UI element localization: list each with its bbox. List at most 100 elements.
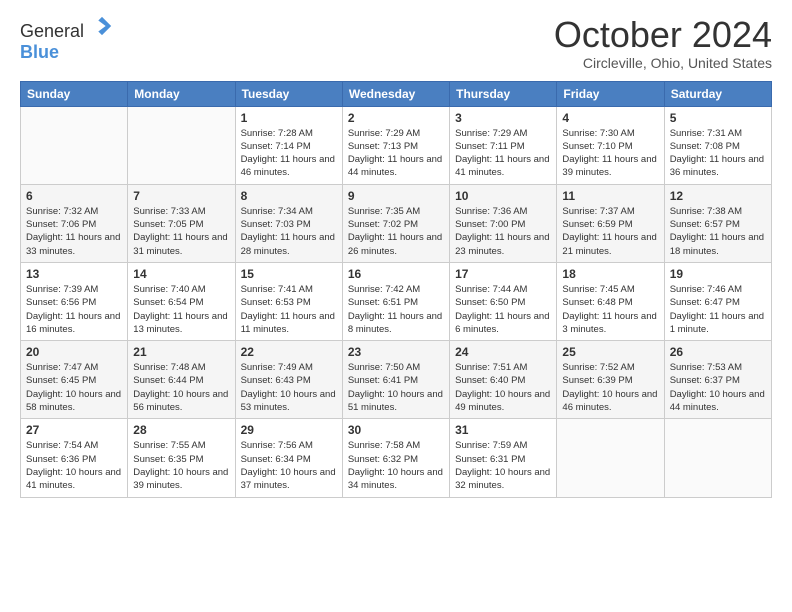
day-number: 19 [670, 267, 766, 281]
day-number: 29 [241, 423, 337, 437]
day-number: 14 [133, 267, 229, 281]
calendar-cell: 12Sunrise: 7:38 AM Sunset: 6:57 PM Dayli… [664, 184, 771, 262]
week-row-1: 1 Sunrise: 7:28 AM Sunset: 7:14 PM Daylig… [21, 106, 772, 184]
day-number: 11 [562, 189, 658, 203]
calendar-cell: 9Sunrise: 7:35 AM Sunset: 7:02 PM Daylig… [342, 184, 449, 262]
day-number: 21 [133, 345, 229, 359]
page: General Blue October 2024 Circleville, O… [0, 0, 792, 508]
calendar-cell: 21 Sunrise: 7:48 AM Sunset: 6:44 PM Dayli… [128, 341, 235, 419]
calendar-cell: 16 Sunrise: 7:42 AM Sunset: 6:51 PM Dayli… [342, 262, 449, 340]
logo-blue: Blue [20, 42, 59, 62]
day-info: Sunrise: 7:59 AM Sunset: 6:31 PM Dayligh… [455, 439, 551, 492]
day-info: Sunrise: 7:48 AM Sunset: 6:44 PM Dayligh… [133, 361, 229, 414]
week-row-4: 20Sunrise: 7:47 AM Sunset: 6:45 PM Dayli… [21, 341, 772, 419]
calendar-cell: 2 Sunrise: 7:29 AM Sunset: 7:13 PM Daylig… [342, 106, 449, 184]
calendar-header: SundayMondayTuesdayWednesdayThursdayFrid… [21, 81, 772, 106]
calendar-cell [557, 419, 664, 497]
day-number: 4 [562, 111, 658, 125]
calendar-cell [128, 106, 235, 184]
day-info: Sunrise: 7:36 AM Sunset: 7:00 PM Dayligh… [455, 205, 551, 258]
day-number: 22 [241, 345, 337, 359]
day-info: Sunrise: 7:44 AM Sunset: 6:50 PM Dayligh… [455, 283, 551, 336]
day-info: Sunrise: 7:29 AM Sunset: 7:11 PM Dayligh… [455, 127, 551, 180]
calendar-cell: 23 Sunrise: 7:50 AM Sunset: 6:41 PM Dayli… [342, 341, 449, 419]
calendar-cell: 13 Sunrise: 7:39 AM Sunset: 6:56 PM Dayli… [21, 262, 128, 340]
calendar-cell: 25 Sunrise: 7:52 AM Sunset: 6:39 PM Dayli… [557, 341, 664, 419]
day-number: 13 [26, 267, 122, 281]
calendar-cell [664, 419, 771, 497]
day-info: Sunrise: 7:50 AM Sunset: 6:41 PM Dayligh… [348, 361, 444, 414]
day-number: 25 [562, 345, 658, 359]
week-row-3: 13 Sunrise: 7:39 AM Sunset: 6:56 PM Dayli… [21, 262, 772, 340]
logo-general: General [20, 21, 84, 41]
day-info: Sunrise: 7:32 AM Sunset: 7:06 PM Dayligh… [26, 205, 122, 258]
day-number: 2 [348, 111, 444, 125]
day-info: Sunrise: 7:29 AM Sunset: 7:13 PM Dayligh… [348, 127, 444, 180]
day-number: 20 [26, 345, 122, 359]
day-number: 17 [455, 267, 551, 281]
day-number: 6 [26, 189, 122, 203]
day-info: Sunrise: 7:42 AM Sunset: 6:51 PM Dayligh… [348, 283, 444, 336]
calendar-cell: 1 Sunrise: 7:28 AM Sunset: 7:14 PM Daylig… [235, 106, 342, 184]
day-info: Sunrise: 7:30 AM Sunset: 7:10 PM Dayligh… [562, 127, 658, 180]
day-info: Sunrise: 7:41 AM Sunset: 6:53 PM Dayligh… [241, 283, 337, 336]
calendar-cell: 19 Sunrise: 7:46 AM Sunset: 6:47 PM Dayli… [664, 262, 771, 340]
day-info: Sunrise: 7:58 AM Sunset: 6:32 PM Dayligh… [348, 439, 444, 492]
day-number: 5 [670, 111, 766, 125]
day-info: Sunrise: 7:28 AM Sunset: 7:14 PM Dayligh… [241, 127, 337, 180]
calendar-cell [21, 106, 128, 184]
header-day-friday: Friday [557, 81, 664, 106]
calendar-cell: 31 Sunrise: 7:59 AM Sunset: 6:31 PM Dayli… [450, 419, 557, 497]
calendar-cell: 6 Sunrise: 7:32 AM Sunset: 7:06 PM Daylig… [21, 184, 128, 262]
title-area: October 2024 Circleville, Ohio, United S… [554, 15, 772, 71]
header-day-tuesday: Tuesday [235, 81, 342, 106]
calendar-cell: 15 Sunrise: 7:41 AM Sunset: 6:53 PM Dayli… [235, 262, 342, 340]
logo-icon [91, 15, 113, 37]
day-number: 1 [241, 111, 337, 125]
day-number: 18 [562, 267, 658, 281]
header-day-saturday: Saturday [664, 81, 771, 106]
day-number: 15 [241, 267, 337, 281]
day-info: Sunrise: 7:39 AM Sunset: 6:56 PM Dayligh… [26, 283, 122, 336]
day-info: Sunrise: 7:37 AM Sunset: 6:59 PM Dayligh… [562, 205, 658, 258]
calendar-cell: 24Sunrise: 7:51 AM Sunset: 6:40 PM Dayli… [450, 341, 557, 419]
day-info: Sunrise: 7:56 AM Sunset: 6:34 PM Dayligh… [241, 439, 337, 492]
day-info: Sunrise: 7:52 AM Sunset: 6:39 PM Dayligh… [562, 361, 658, 414]
day-info: Sunrise: 7:54 AM Sunset: 6:36 PM Dayligh… [26, 439, 122, 492]
logo: General Blue [20, 15, 113, 63]
calendar-cell: 28Sunrise: 7:55 AM Sunset: 6:35 PM Dayli… [128, 419, 235, 497]
day-number: 23 [348, 345, 444, 359]
calendar-table: SundayMondayTuesdayWednesdayThursdayFrid… [20, 81, 772, 498]
day-info: Sunrise: 7:49 AM Sunset: 6:43 PM Dayligh… [241, 361, 337, 414]
calendar-cell: 3 Sunrise: 7:29 AM Sunset: 7:11 PM Daylig… [450, 106, 557, 184]
day-info: Sunrise: 7:38 AM Sunset: 6:57 PM Dayligh… [670, 205, 766, 258]
calendar-cell: 10 Sunrise: 7:36 AM Sunset: 7:00 PM Dayli… [450, 184, 557, 262]
day-number: 9 [348, 189, 444, 203]
day-number: 10 [455, 189, 551, 203]
day-number: 31 [455, 423, 551, 437]
header-day-thursday: Thursday [450, 81, 557, 106]
day-number: 26 [670, 345, 766, 359]
day-number: 7 [133, 189, 229, 203]
header-row: SundayMondayTuesdayWednesdayThursdayFrid… [21, 81, 772, 106]
calendar-cell: 11 Sunrise: 7:37 AM Sunset: 6:59 PM Dayli… [557, 184, 664, 262]
month-title: October 2024 [554, 15, 772, 55]
calendar-cell: 17 Sunrise: 7:44 AM Sunset: 6:50 PM Dayli… [450, 262, 557, 340]
day-info: Sunrise: 7:46 AM Sunset: 6:47 PM Dayligh… [670, 283, 766, 336]
calendar-cell: 7Sunrise: 7:33 AM Sunset: 7:05 PM Daylig… [128, 184, 235, 262]
calendar-cell: 30Sunrise: 7:58 AM Sunset: 6:32 PM Dayli… [342, 419, 449, 497]
day-number: 28 [133, 423, 229, 437]
calendar-cell: 18 Sunrise: 7:45 AM Sunset: 6:48 PM Dayli… [557, 262, 664, 340]
day-info: Sunrise: 7:31 AM Sunset: 7:08 PM Dayligh… [670, 127, 766, 180]
day-number: 8 [241, 189, 337, 203]
day-number: 3 [455, 111, 551, 125]
calendar-cell: 8Sunrise: 7:34 AM Sunset: 7:03 PM Daylig… [235, 184, 342, 262]
day-number: 16 [348, 267, 444, 281]
calendar-cell: 14Sunrise: 7:40 AM Sunset: 6:54 PM Dayli… [128, 262, 235, 340]
calendar-cell: 26Sunrise: 7:53 AM Sunset: 6:37 PM Dayli… [664, 341, 771, 419]
week-row-5: 27Sunrise: 7:54 AM Sunset: 6:36 PM Dayli… [21, 419, 772, 497]
day-info: Sunrise: 7:45 AM Sunset: 6:48 PM Dayligh… [562, 283, 658, 336]
header-day-monday: Monday [128, 81, 235, 106]
calendar-cell: 29 Sunrise: 7:56 AM Sunset: 6:34 PM Dayli… [235, 419, 342, 497]
day-number: 24 [455, 345, 551, 359]
